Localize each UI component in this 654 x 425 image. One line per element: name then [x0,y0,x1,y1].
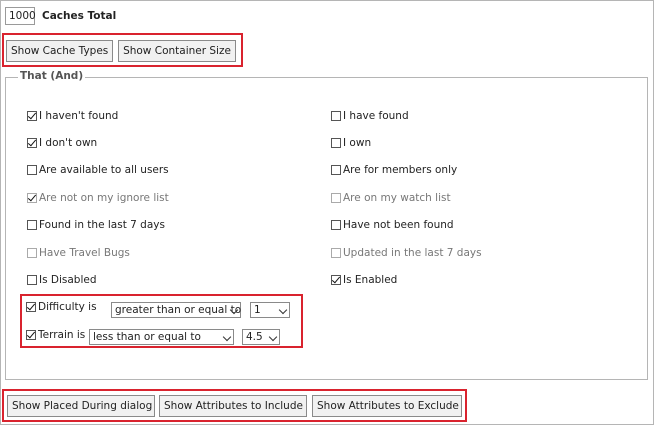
chevron-down-icon [278,305,288,315]
terrain-value-select[interactable]: 4.5 [242,329,280,345]
terrain-comparator-select[interactable]: less than or equal to [89,329,234,345]
show-cache-types-button[interactable]: Show Cache Types [6,40,113,62]
checkbox-i-dont-own[interactable] [27,138,37,148]
option-label: Is Enabled [343,274,398,286]
option-label: I own [343,137,372,149]
fieldset-legend: That (And) [18,70,86,82]
caches-total-label: Caches Total [42,10,117,22]
option-label: Are for members only [343,164,458,176]
checkbox-i-own[interactable] [331,138,341,148]
checkbox-not-been-found[interactable] [331,220,341,230]
difficulty-comparator-select[interactable]: greater than or equal to [111,302,241,318]
checkbox-terrain[interactable] [26,330,36,340]
option-label: Are available to all users [39,164,169,176]
selected-value: less than or equal to [93,331,201,343]
checkbox-difficulty[interactable] [26,302,36,312]
selected-value: greater than or equal to [115,304,242,316]
show-placed-during-button[interactable]: Show Placed During dialog [7,395,155,417]
option-label: Have Travel Bugs [39,247,130,259]
option-label: Updated in the last 7 days [343,247,482,259]
checkbox-available-all-users[interactable] [27,165,37,175]
show-container-size-button[interactable]: Show Container Size [118,40,236,62]
option-label: I don't own [39,137,98,149]
checkbox-i-havent-found[interactable] [27,111,37,121]
show-attributes-include-button[interactable]: Show Attributes to Include [159,395,307,417]
difficulty-value-select[interactable]: 1 [250,302,290,318]
checkbox-is-disabled[interactable] [27,275,37,285]
checkbox-members-only[interactable] [331,165,341,175]
checkbox-not-on-ignore-list[interactable] [27,193,37,203]
checkbox-i-have-found[interactable] [331,111,341,121]
difficulty-label: Difficulty is [38,301,97,313]
selected-value: 1 [254,304,261,316]
option-label: I have found [343,110,409,122]
option-label: Are not on my ignore list [39,192,169,204]
option-label: Are on my watch list [343,192,451,204]
checkbox-on-watch-list[interactable] [331,193,341,203]
chevron-down-icon [268,332,278,342]
checkbox-updated-last-7-days[interactable] [331,248,341,258]
option-label: Found in the last 7 days [39,219,165,231]
checkbox-have-travel-bugs[interactable] [27,248,37,258]
option-label: I haven't found [39,110,119,122]
checkbox-is-enabled[interactable] [331,275,341,285]
selected-value: 4.5 [246,331,263,343]
checkbox-found-last-7-days[interactable] [27,220,37,230]
terrain-label: Terrain is [38,329,86,341]
chevron-down-icon [222,332,232,342]
caches-total-input[interactable]: 1000 [5,7,36,25]
option-label: Is Disabled [39,274,97,286]
show-attributes-exclude-button[interactable]: Show Attributes to Exclude [312,395,462,417]
option-label: Have not been found [343,219,454,231]
